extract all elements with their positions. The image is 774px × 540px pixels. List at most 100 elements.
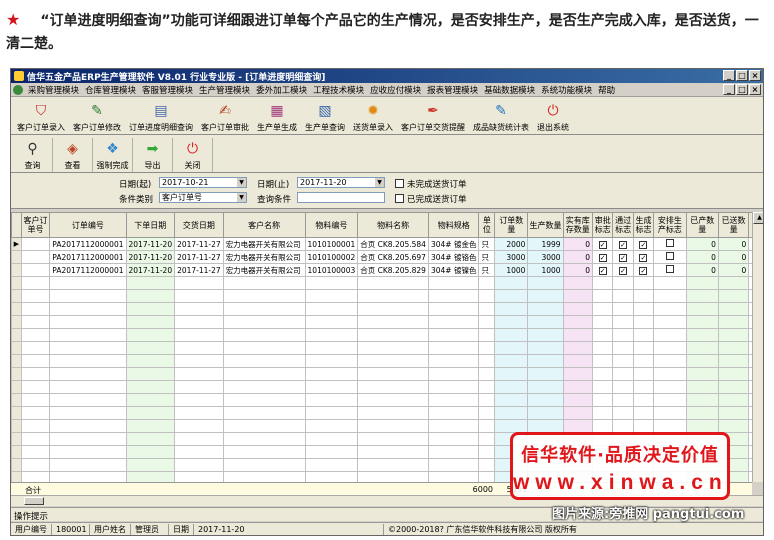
table-cell[interactable] [478,276,496,290]
table-cell[interactable] [125,302,176,316]
table-cell[interactable] [125,341,176,355]
table-cell[interactable] [612,302,634,316]
table-cell[interactable]: 1999 [527,237,564,251]
table-cell[interactable] [357,341,429,355]
child-restore-button[interactable]: □ [736,84,748,95]
table-cell[interactable] [427,393,480,407]
row-selector[interactable] [11,328,22,342]
table-cell[interactable] [562,289,594,303]
flag-checkbox[interactable]: ✓ [639,253,648,262]
table-cell[interactable] [685,406,719,420]
column-header-5[interactable]: 物料编号 [304,212,359,238]
table-cell[interactable] [304,471,359,482]
table-cell[interactable] [592,341,614,355]
table-cell[interactable] [612,328,634,342]
table-cell[interactable]: 0 [717,250,750,264]
table-cell[interactable] [717,354,750,368]
table-cell[interactable] [20,302,51,316]
table-cell[interactable] [562,367,594,381]
table-cell[interactable] [357,315,429,329]
table-cell[interactable]: 304# 镀铬色 [427,250,480,264]
table-row[interactable] [11,393,763,407]
table-cell[interactable]: 2017-11-20 [125,263,176,277]
table-cell[interactable] [494,354,529,368]
table-cell[interactable] [653,289,687,303]
table-cell[interactable] [478,289,496,303]
table-cell[interactable] [304,432,359,446]
table-cell[interactable] [49,419,127,433]
table-cell[interactable] [174,471,224,482]
table-cell[interactable] [612,380,634,394]
table-cell[interactable] [612,354,634,368]
table-cell[interactable] [632,393,655,407]
table-cell[interactable]: 2017-11-27 [174,250,224,264]
table-cell[interactable] [125,289,176,303]
table-cell[interactable] [562,302,594,316]
table-cell[interactable] [527,393,564,407]
table-cell[interactable] [20,380,51,394]
table-cell[interactable] [685,380,719,394]
table-cell[interactable]: ✓ [632,237,655,251]
table-cell[interactable]: 只 [478,263,496,277]
table-cell[interactable] [20,250,51,264]
table-cell[interactable] [357,276,429,290]
table-cell[interactable] [125,471,176,482]
table-cell[interactable] [717,419,750,433]
table-cell[interactable] [717,341,750,355]
table-cell[interactable] [653,315,687,329]
table-cell[interactable]: PA2017112000001 [49,237,127,251]
table-cell[interactable] [49,341,127,355]
table-cell[interactable] [357,419,429,433]
toolbar1-button-4[interactable]: ▦ 生产单生成 [253,100,301,134]
table-cell[interactable] [304,315,359,329]
table-cell[interactable] [562,419,594,433]
table-cell[interactable] [685,354,719,368]
table-cell[interactable] [222,276,306,290]
table-cell[interactable] [632,328,655,342]
table-cell[interactable]: 2017-11-20 [125,237,176,251]
table-cell[interactable] [592,380,614,394]
table-cell[interactable] [20,263,51,277]
table-cell[interactable] [20,367,51,381]
table-cell[interactable] [222,380,306,394]
table-cell[interactable] [562,328,594,342]
table-cell[interactable] [49,393,127,407]
table-cell[interactable] [125,406,176,420]
table-cell[interactable] [527,341,564,355]
column-header-12[interactable]: 审批标志 [592,212,614,238]
table-cell[interactable] [125,367,176,381]
table-cell[interactable] [222,367,306,381]
table-cell[interactable]: 只 [478,237,496,251]
table-cell[interactable] [494,328,529,342]
table-cell[interactable]: 3000 [494,250,529,264]
table-cell[interactable] [717,315,750,329]
table-cell[interactable]: 合页 CK8.205.697 [357,250,429,264]
table-cell[interactable] [632,419,655,433]
toolbar1-button-7[interactable]: ✒ 客户订单交货提醒 [397,100,469,134]
table-row[interactable] [11,302,763,316]
table-cell[interactable] [304,328,359,342]
table-cell[interactable] [592,354,614,368]
date-from-input[interactable]: 2017-10-21 ▼ [159,177,247,188]
table-row[interactable] [11,354,763,368]
table-cell[interactable] [49,276,127,290]
table-cell[interactable] [427,354,480,368]
table-cell[interactable] [427,367,480,381]
table-row[interactable] [11,328,763,342]
table-cell[interactable] [478,406,496,420]
table-cell[interactable]: 1010100002 [304,250,359,264]
table-cell[interactable] [562,341,594,355]
table-cell[interactable] [174,406,224,420]
column-header-17[interactable]: 已送数量 [717,212,750,238]
table-cell[interactable] [304,276,359,290]
table-cell[interactable] [222,393,306,407]
table-cell[interactable] [357,380,429,394]
table-cell[interactable] [125,432,176,446]
table-cell[interactable] [174,367,224,381]
table-cell[interactable] [592,419,614,433]
table-cell[interactable] [20,432,51,446]
table-cell[interactable] [478,380,496,394]
flag-checkbox[interactable]: ✓ [598,253,607,262]
table-cell[interactable] [125,328,176,342]
row-selector[interactable] [11,315,22,329]
